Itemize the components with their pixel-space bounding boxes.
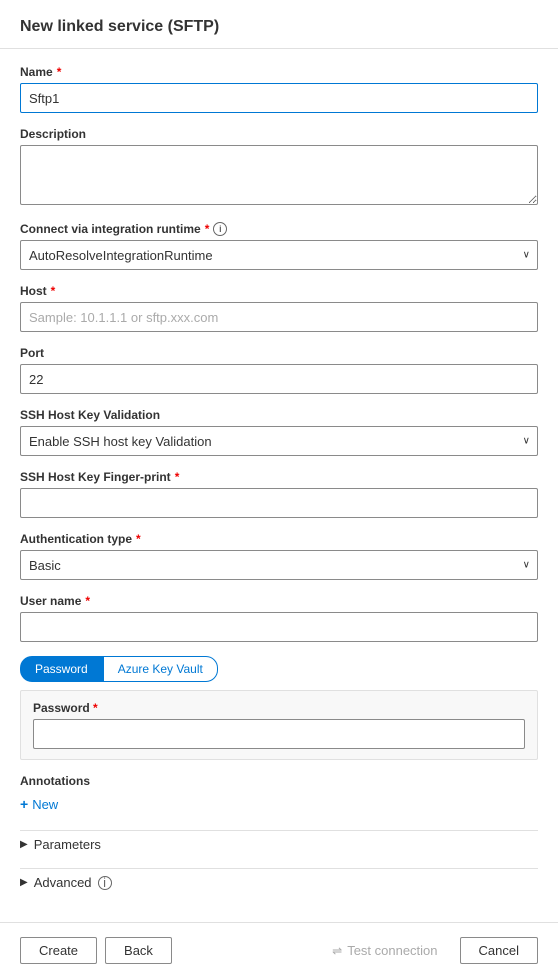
runtime-select-wrapper: AutoResolveIntegrationRuntime ∨ [20,240,538,270]
name-label: Name * [20,65,538,79]
ssh-fingerprint-input[interactable] [20,488,538,518]
description-textarea[interactable] [20,145,538,205]
host-group: Host * [20,284,538,332]
annotations-section: Annotations + New [20,774,538,816]
auth-select[interactable]: Basic SSH Public Key Multi-Factor [20,550,538,580]
advanced-header[interactable]: ▶ Advanced i [20,868,538,896]
parameters-chevron-icon: ▶ [20,839,28,850]
panel-header: New linked service (SFTP) [0,0,558,49]
runtime-select[interactable]: AutoResolveIntegrationRuntime [20,240,538,270]
description-group: Description [20,127,538,208]
cancel-button[interactable]: Cancel [460,937,538,964]
description-label: Description [20,127,538,141]
ssh-fingerprint-label: SSH Host Key Finger-print * [20,470,538,484]
password-required: * [93,701,98,715]
ssh-fingerprint-required: * [175,470,180,484]
host-input[interactable] [20,302,538,332]
panel: New linked service (SFTP) Name * Descrip… [0,0,558,978]
test-connection-button[interactable]: ⇌ Test connection [318,938,451,963]
parameters-header[interactable]: ▶ Parameters [20,830,538,858]
advanced-info-icon[interactable]: i [98,876,112,890]
password-input[interactable] [33,719,525,749]
name-required: * [57,65,62,79]
auth-select-wrapper: Basic SSH Public Key Multi-Factor ∨ [20,550,538,580]
ssh-validation-group: SSH Host Key Validation Enable SSH host … [20,408,538,456]
runtime-group: Connect via integration runtime * i Auto… [20,222,538,270]
azure-key-vault-tab[interactable]: Azure Key Vault [103,656,218,682]
name-input[interactable] [20,83,538,113]
create-button[interactable]: Create [20,937,97,964]
password-tab[interactable]: Password [20,656,103,682]
host-label: Host * [20,284,538,298]
username-required: * [85,594,90,608]
advanced-chevron-icon: ▶ [20,877,28,888]
port-input[interactable] [20,364,538,394]
plus-icon: + [20,796,28,812]
runtime-label: Connect via integration runtime * i [20,222,538,236]
ssh-fingerprint-group: SSH Host Key Finger-print * [20,470,538,518]
panel-content: Name * Description Connect via integrati… [0,49,558,922]
panel-footer: Create Back ⇌ Test connection Cancel [0,922,558,978]
annotations-label: Annotations [20,774,538,788]
port-label: Port [20,346,538,360]
ssh-validation-select[interactable]: Enable SSH host key Validation Disable S… [20,426,538,456]
name-group: Name * [20,65,538,113]
username-group: User name * [20,594,538,642]
auth-label: Authentication type * [20,532,538,546]
auth-group: Authentication type * Basic SSH Public K… [20,532,538,580]
test-connection-icon: ⇌ [332,944,342,958]
runtime-required: * [205,222,210,236]
host-required: * [51,284,56,298]
parameters-section: ▶ Parameters [20,830,538,858]
port-group: Port [20,346,538,394]
runtime-info-icon[interactable]: i [213,222,227,236]
username-label: User name * [20,594,538,608]
password-section-group: Password Azure Key Vault Password * [20,656,538,760]
password-field-label: Password * [33,701,525,715]
username-input[interactable] [20,612,538,642]
auth-required: * [136,532,141,546]
new-annotation-button[interactable]: + New [20,792,58,816]
password-tab-group: Password Azure Key Vault [20,656,538,682]
ssh-validation-select-wrapper: Enable SSH host key Validation Disable S… [20,426,538,456]
panel-title: New linked service (SFTP) [20,18,538,36]
advanced-section: ▶ Advanced i [20,868,538,896]
ssh-validation-label: SSH Host Key Validation [20,408,538,422]
password-content: Password * [20,690,538,760]
back-button[interactable]: Back [105,937,172,964]
